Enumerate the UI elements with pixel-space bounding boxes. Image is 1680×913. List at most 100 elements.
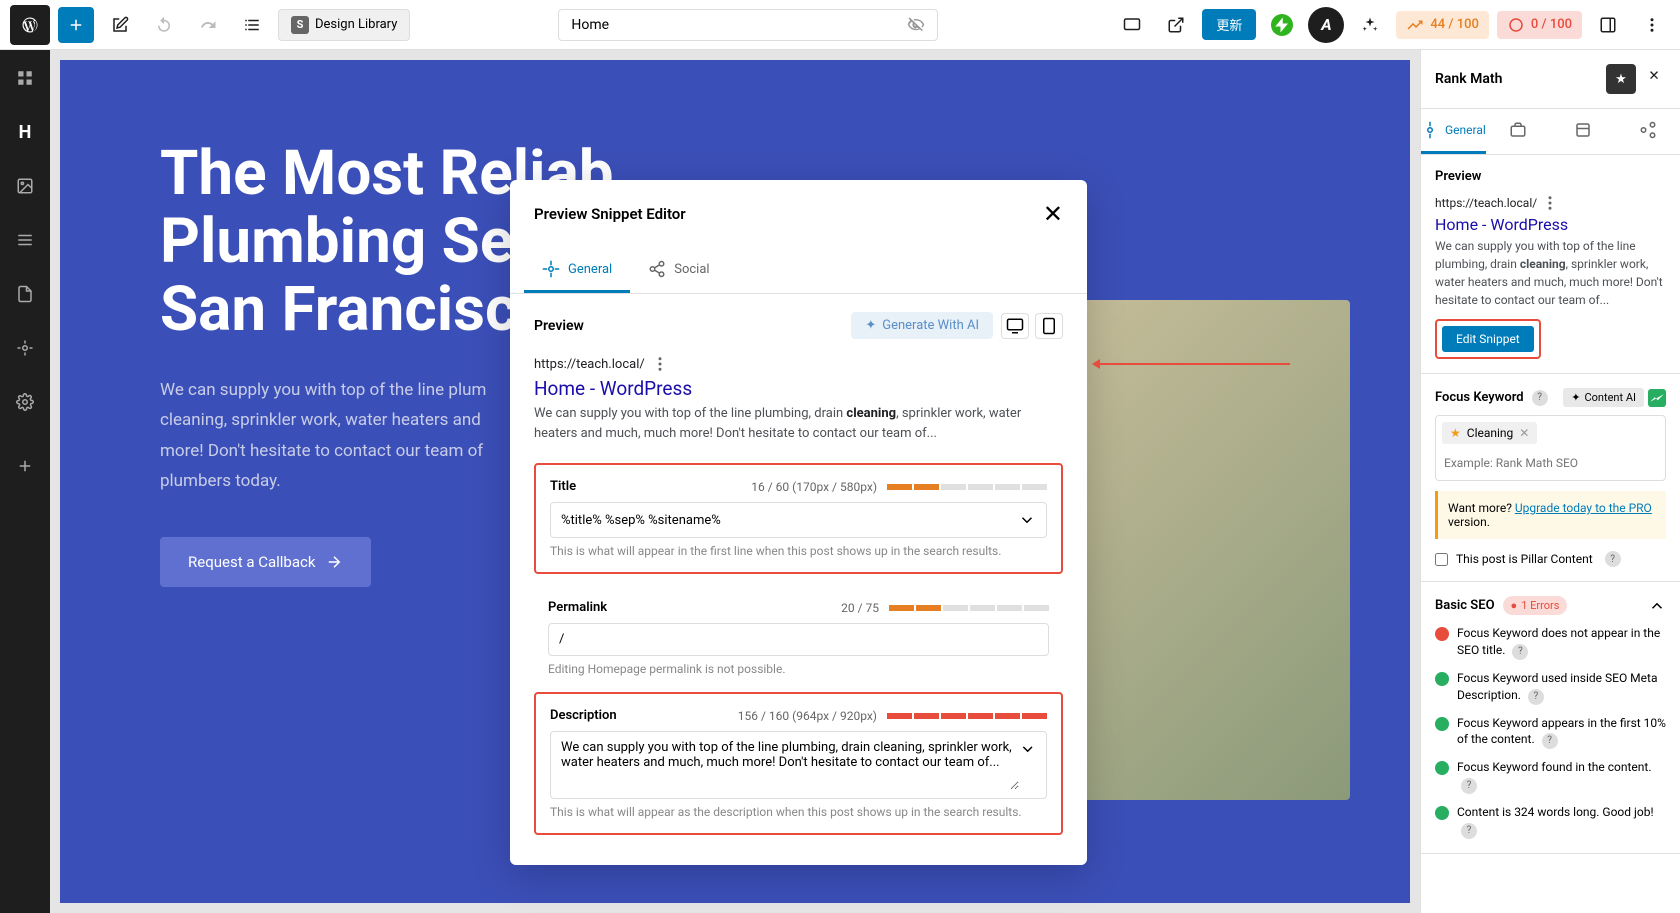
- more-vertical-icon[interactable]: [651, 355, 669, 373]
- title-hint: This is what will appear in the first li…: [550, 544, 1047, 558]
- image-icon[interactable]: [7, 168, 43, 204]
- pillar-checkbox[interactable]: [1435, 553, 1448, 566]
- more-vertical-icon[interactable]: [1541, 194, 1559, 212]
- page-icon[interactable]: [7, 276, 43, 312]
- star-button[interactable]: ★: [1606, 64, 1636, 94]
- redo-button[interactable]: [190, 7, 226, 43]
- sidebar-tab-schema[interactable]: [1551, 109, 1616, 154]
- rank-math-sidebar: Rank Math ★ ✕ General Preview https://te…: [1420, 50, 1680, 913]
- astra-button[interactable]: A: [1308, 7, 1344, 43]
- description-input[interactable]: [550, 731, 1047, 799]
- annotation-arrow: [1095, 363, 1290, 365]
- help-icon[interactable]: ?: [1512, 644, 1528, 660]
- preview-label: Preview: [534, 318, 584, 334]
- title-label: Title: [550, 479, 576, 494]
- page-title-input[interactable]: Home: [558, 9, 938, 41]
- seo-check-item: Focus Keyword does not appear in the SEO…: [1435, 625, 1666, 660]
- visibility-off-icon: [907, 16, 925, 34]
- snippet-description-preview: We can supply you with top of the line p…: [534, 404, 1063, 443]
- pillar-label: This post is Pillar Content: [1456, 552, 1593, 566]
- seo-check-item: Content is 324 words long. Good job! ?: [1435, 804, 1666, 839]
- tab-general[interactable]: General: [524, 248, 630, 293]
- snippet-editor-modal: Preview Snippet Editor ✕ General Social …: [510, 180, 1087, 865]
- description-field-group: Description 156 / 160 (964px / 920px) Th…: [534, 692, 1063, 835]
- help-icon[interactable]: ?: [1542, 733, 1558, 749]
- sidebar-tab-general[interactable]: General: [1421, 109, 1486, 154]
- help-icon[interactable]: ?: [1528, 689, 1544, 705]
- modal-title: Preview Snippet Editor: [534, 205, 686, 223]
- settings-icon[interactable]: [7, 384, 43, 420]
- upgrade-link[interactable]: Upgrade today to the PRO: [1515, 501, 1652, 515]
- blocks-icon[interactable]: [7, 60, 43, 96]
- readability-score-badge[interactable]: 0 / 100: [1497, 11, 1582, 39]
- cta-button[interactable]: Request a Callback: [160, 537, 371, 587]
- add-icon[interactable]: [7, 448, 43, 484]
- title-field-group: Title 16 / 60 (170px / 580px) %title% %s…: [534, 463, 1063, 574]
- title-input[interactable]: %title% %sep% %sitename%: [550, 502, 1047, 538]
- description-hint: This is what will appear as the descript…: [550, 805, 1047, 819]
- permalink-label: Permalink: [548, 600, 607, 615]
- check-ok-icon: [1435, 717, 1449, 731]
- update-button[interactable]: 更新: [1202, 9, 1256, 40]
- left-sidebar: H: [0, 50, 50, 913]
- edit-snippet-button[interactable]: Edit Snippet: [1442, 326, 1534, 352]
- description-label: Description: [550, 708, 617, 723]
- sidebar-tab-advanced[interactable]: [1486, 109, 1551, 154]
- keyword-input[interactable]: [1442, 452, 1659, 474]
- modal-close-button[interactable]: ✕: [1043, 200, 1063, 228]
- chevron-down-icon[interactable]: [1019, 740, 1036, 758]
- help-icon[interactable]: ?: [1532, 390, 1548, 406]
- mobile-preview-button[interactable]: [1035, 313, 1063, 339]
- sidebar-toggle-button[interactable]: [1590, 7, 1626, 43]
- errors-badge: ● 1 Errors: [1503, 596, 1568, 615]
- seo-score-badge[interactable]: 44 / 100: [1396, 11, 1488, 39]
- remove-keyword-icon[interactable]: ✕: [1519, 426, 1529, 440]
- check-ok-icon: [1435, 761, 1449, 775]
- heading-icon[interactable]: H: [7, 114, 43, 150]
- top-toolbar: SDesign Library Home 更新 A 44 / 100 0 / 1…: [0, 0, 1680, 50]
- menu-icon[interactable]: [7, 222, 43, 258]
- hero-text[interactable]: We can supply you with top of the line p…: [160, 375, 520, 497]
- basic-seo-toggle[interactable]: Basic SEO● 1 Errors: [1435, 596, 1666, 615]
- wordpress-logo[interactable]: [10, 5, 50, 45]
- tab-social[interactable]: Social: [630, 248, 727, 293]
- add-block-button[interactable]: [58, 7, 94, 43]
- help-icon[interactable]: ?: [1605, 551, 1621, 567]
- design-library-button[interactable]: SDesign Library: [278, 9, 410, 41]
- target-icon[interactable]: [7, 330, 43, 366]
- upgrade-notice: Want more? Upgrade today to the PRO vers…: [1435, 491, 1666, 539]
- keyword-tag[interactable]: ★Cleaning ✕: [1442, 422, 1537, 444]
- check-ok-icon: [1435, 672, 1449, 686]
- content-ai-badge[interactable]: ✦ Content AI: [1563, 388, 1644, 407]
- edit-button[interactable]: [102, 7, 138, 43]
- sidebar-snippet-desc: We can supply you with top of the line p…: [1435, 237, 1666, 309]
- sidebar-tab-social[interactable]: [1615, 109, 1680, 154]
- external-link-button[interactable]: [1158, 7, 1194, 43]
- snippet-title-preview: Home - WordPress: [534, 377, 1063, 400]
- seo-check-item: Focus Keyword found in the content. ?: [1435, 759, 1666, 794]
- desktop-preview-button[interactable]: [1001, 313, 1029, 339]
- sparkle-button[interactable]: [1352, 7, 1388, 43]
- sidebar-url: https://teach.local/: [1435, 194, 1666, 212]
- seo-check-item: Focus Keyword appears in the first 10% o…: [1435, 715, 1666, 750]
- seo-check-item: Focus Keyword used inside SEO Meta Descr…: [1435, 670, 1666, 705]
- check-ok-icon: [1435, 806, 1449, 820]
- permalink-input[interactable]: /: [548, 623, 1049, 656]
- undo-button[interactable]: [146, 7, 182, 43]
- check-error-icon: [1435, 627, 1449, 641]
- help-icon[interactable]: ?: [1461, 778, 1477, 794]
- edit-snippet-highlight: Edit Snippet: [1435, 319, 1541, 359]
- chevron-up-icon: [1648, 597, 1666, 615]
- sidebar-title: Rank Math: [1435, 71, 1502, 87]
- permalink-hint: Editing Homepage permalink is not possib…: [548, 662, 1049, 676]
- list-view-button[interactable]: [234, 7, 270, 43]
- snippet-preview: https://teach.local/ Home - WordPress We…: [534, 355, 1063, 443]
- close-sidebar-button[interactable]: ✕: [1642, 64, 1666, 88]
- jetpack-button[interactable]: [1264, 7, 1300, 43]
- permalink-field-group: Permalink 20 / 75 / Editing Homepage per…: [534, 586, 1063, 680]
- help-icon[interactable]: ?: [1461, 823, 1477, 839]
- generate-ai-button[interactable]: ✦ Generate With AI: [851, 312, 993, 339]
- more-options-button[interactable]: [1634, 7, 1670, 43]
- device-preview-button[interactable]: [1114, 7, 1150, 43]
- chevron-down-icon[interactable]: [1018, 511, 1036, 529]
